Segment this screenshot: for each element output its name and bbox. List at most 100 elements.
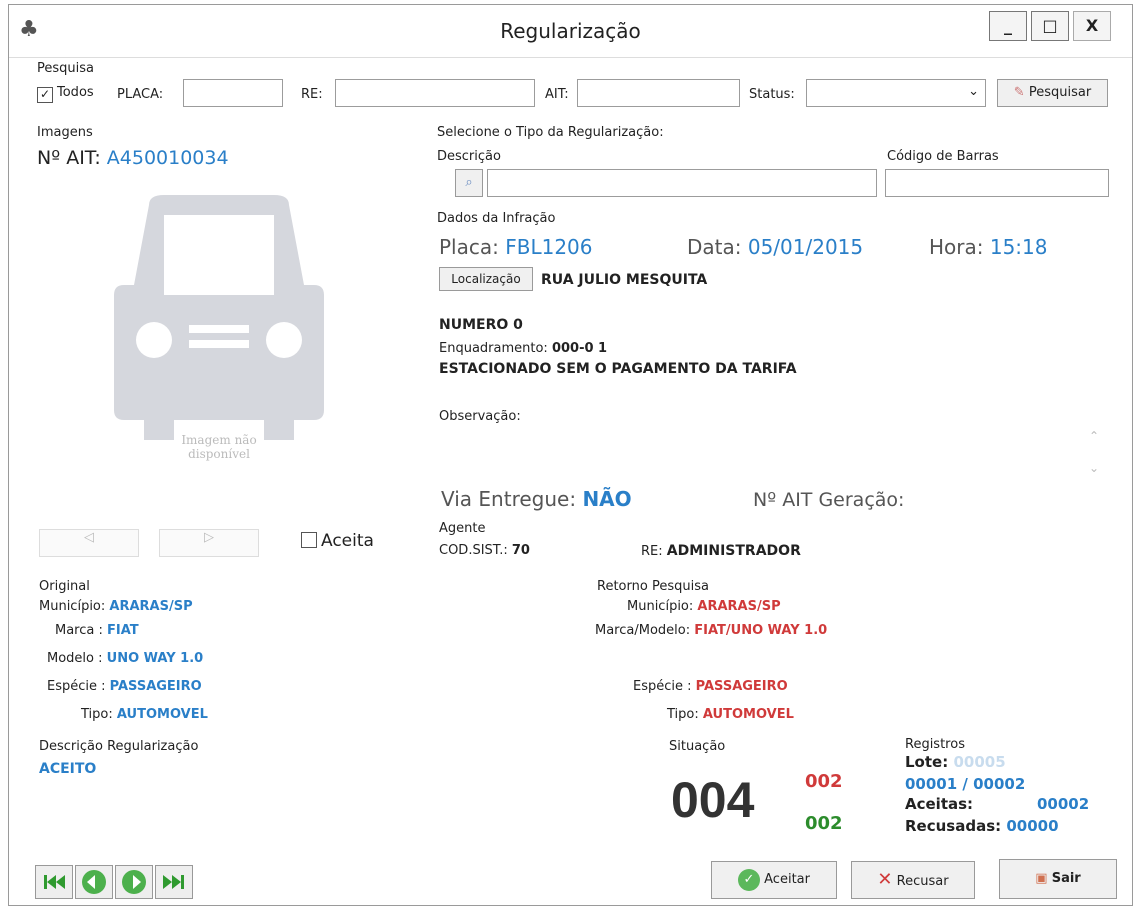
original-tipo: Tipo: AUTOMOVEL (81, 707, 208, 722)
agente-re-label: RE: (641, 544, 663, 559)
todos-label: Todos (57, 85, 94, 100)
aceita-checkbox[interactable]: Aceita (301, 531, 374, 551)
lookup-button[interactable]: ⌕ (455, 169, 483, 197)
car-placeholder-icon (114, 195, 324, 440)
original-especie: Espécie : PASSAGEIRO (47, 679, 202, 694)
ait-number-value: A450010034 (106, 147, 229, 169)
last-record-button[interactable] (155, 865, 193, 899)
status-select[interactable]: ⌄ (806, 79, 986, 107)
title-bar: ♣ Regularização _ □ X (9, 5, 1132, 58)
re-input[interactable] (335, 79, 535, 107)
placa-field: Placa: FBL1206 (439, 235, 593, 259)
infracao-descricao: ESTACIONADO SEM O PAGAMENTO DA TARIFA (439, 361, 797, 377)
minimize-button[interactable]: _ (989, 11, 1027, 41)
close-button[interactable]: X (1073, 11, 1111, 41)
recusar-label: Recusar (896, 874, 949, 889)
prev-record-button[interactable] (75, 865, 113, 899)
enquadramento-label: Enquadramento: (439, 341, 548, 356)
registros-section-label: Registros (905, 737, 965, 752)
pesquisar-button[interactable]: ✎ Pesquisar (997, 79, 1108, 107)
enquadramento: Enquadramento: 000-0 1 (439, 341, 607, 356)
retorno-tipo-value: AUTOMOVEL (702, 707, 794, 722)
scroll-down-icon[interactable]: ⌄ (1089, 461, 1099, 475)
enquadramento-value: 000-0 1 (551, 341, 608, 356)
cod-sist-label: COD.SIST.: (439, 543, 508, 558)
arrow-left-icon (82, 870, 106, 894)
retorno-tipo: Tipo: AUTOMOVEL (667, 707, 794, 722)
retorno-municipio: Município: ARARAS/SP (627, 599, 781, 614)
lote-label: Lote: (905, 753, 949, 771)
regularizacao-value: ACEITO (39, 761, 97, 777)
scroll-up-icon[interactable]: ⌃ (1089, 429, 1099, 443)
re-label: RE: (301, 87, 323, 102)
situacao-red: 002 (805, 771, 843, 792)
localizacao-button[interactable]: Localização (439, 267, 533, 291)
ait-input[interactable] (577, 79, 740, 107)
checkbox-icon (301, 532, 317, 548)
triangle-left-icon: ◁ (84, 530, 94, 545)
via-entregue: Via Entregue: NÃO (441, 487, 632, 511)
check-circle-icon: ✓ (738, 868, 760, 891)
last-icon (163, 875, 184, 889)
ait-geracao-label: Nº AIT Geração: (753, 489, 905, 511)
sair-label: Sair (1051, 871, 1081, 886)
descricao-label: Descrição (437, 149, 501, 164)
cod-sist: COD.SIST.: 70 (439, 543, 530, 558)
retorno-especie-value: PASSAGEIRO (695, 679, 788, 694)
magnifier-icon: ⌕ (465, 175, 473, 190)
data-field: Data: 05/01/2015 (687, 235, 863, 259)
lote: Lote: 00005 (905, 753, 1006, 771)
aceitar-button[interactable]: ✓ Aceitar (711, 861, 837, 899)
original-marca-value: FIAT (107, 623, 139, 638)
recusadas: Recusadas: 00000 (905, 817, 1059, 835)
situacao-main: 004 (671, 772, 755, 828)
todos-checkbox[interactable]: ✓ Todos (37, 85, 94, 103)
observacao-label: Observação: (439, 409, 521, 424)
ait-number: Nº AIT: A450010034 (37, 147, 229, 169)
numero-value: NUMERO 0 (439, 317, 523, 333)
aceitas-value: 00002 (1037, 795, 1090, 813)
original-tipo-label: Tipo: (81, 707, 113, 722)
tipo-section-label: Selecione o Tipo da Regularização: (437, 125, 664, 140)
cod-sist-value: 70 (511, 543, 530, 558)
recusar-button[interactable]: ✕ Recusar (851, 861, 975, 899)
search-icon: ✎ (1013, 85, 1025, 100)
via-entregue-value: NÃO (582, 487, 632, 511)
original-modelo: Modelo : UNO WAY 1.0 (47, 651, 203, 666)
agente-section-label: Agente (439, 521, 486, 536)
pesquisar-label: Pesquisar (1028, 85, 1092, 100)
registro-position: 00001 / 00002 (905, 775, 1026, 793)
exit-icon: ▣ (1035, 871, 1048, 886)
first-record-button[interactable] (35, 865, 73, 899)
sair-button[interactable]: ▣ Sair (999, 859, 1117, 899)
aceitas: Aceitas: 00002 (905, 795, 1089, 813)
situacao-section-label: Situação (669, 739, 726, 754)
triangle-right-icon: ▷ (204, 530, 214, 545)
x-icon: ✕ (877, 869, 893, 890)
retorno-municipio-value: ARARAS/SP (697, 599, 781, 614)
codigo-barras-label: Código de Barras (887, 149, 999, 164)
next-record-button[interactable] (115, 865, 153, 899)
original-municipio-label: Município: (39, 599, 106, 614)
original-marca: Marca : FIAT (55, 623, 139, 638)
placa-label: PLACA: (117, 87, 164, 102)
ait-label: AIT: (545, 87, 569, 102)
agente-re-value: ADMINISTRADOR (666, 543, 801, 559)
via-entregue-label: Via Entregue: (441, 487, 577, 511)
maximize-button[interactable]: □ (1031, 11, 1069, 41)
prev-image-button[interactable]: ◁ (39, 529, 139, 557)
codigo-barras-input[interactable] (885, 169, 1109, 197)
descricao-input[interactable] (487, 169, 877, 197)
recusadas-label: Recusadas: (905, 817, 1002, 835)
placa-input[interactable] (183, 79, 283, 107)
retorno-tipo-label: Tipo: (667, 707, 699, 722)
placa-field-label: Placa: (439, 235, 499, 259)
original-modelo-label: Modelo : (47, 651, 103, 666)
situacao-green: 002 (805, 813, 843, 834)
original-section-label: Original (39, 579, 90, 594)
chevron-down-icon: ⌄ (968, 84, 979, 99)
retorno-marca: Marca/Modelo: FIAT/UNO WAY 1.0 (595, 623, 827, 638)
lote-value: 00005 (953, 753, 1006, 771)
retorno-municipio-label: Município: (627, 599, 694, 614)
next-image-button[interactable]: ▷ (159, 529, 259, 557)
